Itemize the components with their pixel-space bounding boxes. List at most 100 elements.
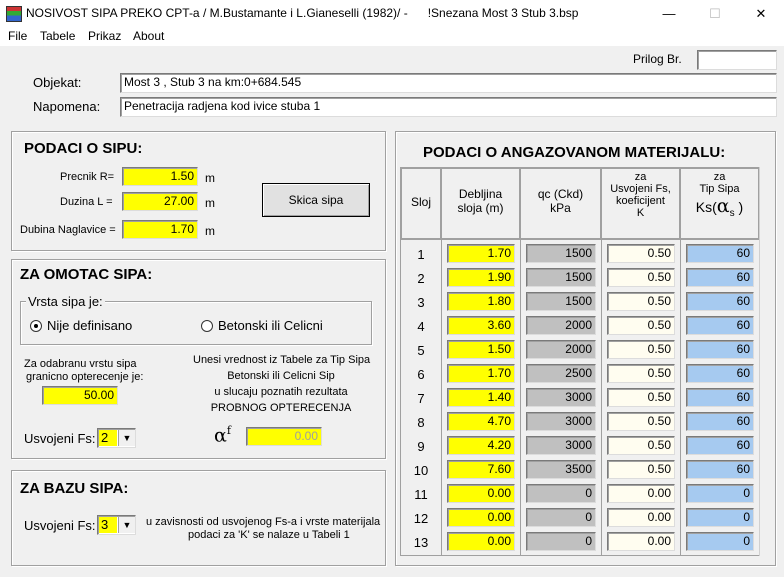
sloj-cell: 11 — [414, 487, 428, 502]
radio-betonski-celicni[interactable] — [201, 320, 213, 332]
dubina-input[interactable]: 1.70 — [122, 220, 198, 239]
k-input[interactable]: 0.50 — [607, 436, 675, 455]
qc-input[interactable]: 0 — [526, 532, 596, 551]
debljina-input[interactable]: 7.60 — [447, 460, 515, 479]
header-ks: za Tip Sipa Ks(αs ) — [680, 168, 759, 239]
prilog-label: Prilog Br. — [633, 52, 682, 66]
qc-input[interactable]: 2000 — [526, 340, 596, 359]
ks-input[interactable]: 60 — [686, 364, 754, 383]
omotac-fs-value: 2 — [99, 430, 117, 446]
prilog-input[interactable] — [697, 50, 777, 70]
header-ks-line1: za — [713, 171, 726, 183]
ks-input[interactable]: 60 — [686, 340, 754, 359]
debljina-input[interactable]: 1.40 — [447, 388, 515, 407]
maximize-icon: ☐ — [709, 6, 721, 21]
precnik-input[interactable]: 1.50 — [122, 167, 198, 186]
sloj-cell: 6 — [417, 367, 425, 382]
skica-sipa-button[interactable]: Skica sipa — [262, 183, 370, 217]
table-row: 1 1.70 1500 0.50 60 — [401, 244, 760, 264]
close-button[interactable]: ✕ — [738, 0, 784, 28]
sloj-cell: 13 — [413, 535, 429, 550]
radio-nije-definisano[interactable] — [30, 320, 42, 332]
header-qc: qc (Ckd) kPa — [520, 168, 601, 239]
qc-input[interactable]: 1500 — [526, 292, 596, 311]
sloj-cell: 2 — [417, 271, 425, 286]
bazu-fs-value: 3 — [99, 517, 117, 533]
sipu-title: PODACI O SIPU: — [24, 140, 143, 157]
material-header: Sloj Debljina sloja (m) qc (Ckd) kPa za … — [400, 167, 759, 240]
debljina-input[interactable]: 1.50 — [447, 340, 515, 359]
header-ks-line3: Ks(αs ) — [695, 195, 744, 219]
ks-input[interactable]: 60 — [686, 460, 754, 479]
ks-input[interactable]: 60 — [686, 268, 754, 287]
debljina-input[interactable]: 4.70 — [447, 412, 515, 431]
k-input[interactable]: 0.50 — [607, 316, 675, 335]
minimize-button[interactable]: — — [646, 0, 692, 28]
k-input[interactable]: 0.50 — [607, 244, 675, 263]
close-icon: ✕ — [755, 6, 767, 21]
radio-betonski-celicni-label: Betonski ili Celicni — [218, 318, 323, 333]
debljina-input[interactable]: 3.60 — [447, 316, 515, 335]
menu-file[interactable]: File — [8, 28, 27, 46]
maximize-button[interactable]: ☐ — [692, 0, 738, 28]
qc-input[interactable]: 3000 — [526, 412, 596, 431]
qc-input[interactable]: 2000 — [526, 316, 596, 335]
bazu-note-1: u zavisnosti od usvojenog Fs-a i vrste m… — [146, 516, 381, 528]
sloj-cell: 8 — [417, 415, 425, 430]
dubina-label: Dubina Naglavice = — [20, 224, 116, 236]
qc-input[interactable]: 0 — [526, 508, 596, 527]
qc-input[interactable]: 3000 — [526, 388, 596, 407]
k-input[interactable]: 0.50 — [607, 460, 675, 479]
material-scrollbar[interactable] — [759, 167, 773, 556]
omotac-fs-select[interactable]: 2 ▼ — [97, 428, 136, 448]
debljina-input[interactable]: 1.70 — [447, 244, 515, 263]
precnik-unit: m — [205, 171, 215, 185]
ks-input[interactable]: 0 — [686, 508, 754, 527]
debljina-input[interactable]: 4.20 — [447, 436, 515, 455]
debljina-input[interactable]: 0.00 — [447, 508, 515, 527]
alpha-f-input[interactable]: 0.00 — [246, 427, 322, 446]
qc-input[interactable]: 3000 — [526, 436, 596, 455]
debljina-input[interactable]: 1.80 — [447, 292, 515, 311]
ks-input[interactable]: 0 — [686, 532, 754, 551]
table-row: 4 3.60 2000 0.50 60 — [401, 316, 760, 336]
napomena-input[interactable]: Penetracija radjena kod ivice stuba 1 — [120, 97, 777, 117]
sloj-cell: 1 — [417, 247, 425, 262]
ks-input[interactable]: 60 — [686, 388, 754, 407]
qc-input[interactable]: 2500 — [526, 364, 596, 383]
ks-input[interactable]: 0 — [686, 484, 754, 503]
k-input[interactable]: 0.00 — [607, 484, 675, 503]
qc-input[interactable]: 1500 — [526, 268, 596, 287]
qc-input[interactable]: 3500 — [526, 460, 596, 479]
k-input[interactable]: 0.50 — [607, 364, 675, 383]
k-input[interactable]: 0.50 — [607, 412, 675, 431]
k-input[interactable]: 0.00 — [607, 508, 675, 527]
debljina-input[interactable]: 1.90 — [447, 268, 515, 287]
ks-input[interactable]: 60 — [686, 316, 754, 335]
sloj-cell: 7 — [417, 391, 425, 406]
menu-about[interactable]: About — [133, 28, 164, 46]
k-input[interactable]: 0.50 — [607, 268, 675, 287]
k-input[interactable]: 0.50 — [607, 388, 675, 407]
qc-input[interactable]: 1500 — [526, 244, 596, 263]
header-sloj-label: Sloj — [410, 195, 431, 209]
info-line-4: PROBNOG OPTERECENJA — [210, 402, 352, 414]
debljina-input[interactable]: 0.00 — [447, 532, 515, 551]
material-rows: 1 1.70 1500 0.50 60 2 1.90 1500 0.50 60 3 1.80 1500 0… — [400, 240, 759, 556]
ks-input[interactable]: 60 — [686, 436, 754, 455]
duzina-input[interactable]: 27.00 — [122, 192, 198, 211]
debljina-input[interactable]: 1.70 — [447, 364, 515, 383]
k-input[interactable]: 0.50 — [607, 340, 675, 359]
granicno-input[interactable]: 50.00 — [42, 386, 118, 405]
k-input[interactable]: 0.50 — [607, 292, 675, 311]
debljina-input[interactable]: 0.00 — [447, 484, 515, 503]
ks-input[interactable]: 60 — [686, 412, 754, 431]
bazu-fs-select[interactable]: 3 ▼ — [97, 515, 136, 535]
k-input[interactable]: 0.00 — [607, 532, 675, 551]
menu-prikaz[interactable]: Prikaz — [88, 28, 121, 46]
ks-input[interactable]: 60 — [686, 244, 754, 263]
ks-input[interactable]: 60 — [686, 292, 754, 311]
qc-input[interactable]: 0 — [526, 484, 596, 503]
objekat-input[interactable]: Most 3 , Stub 3 na km:0+684.545 — [120, 73, 777, 93]
menu-tabele[interactable]: Tabele — [40, 28, 75, 46]
